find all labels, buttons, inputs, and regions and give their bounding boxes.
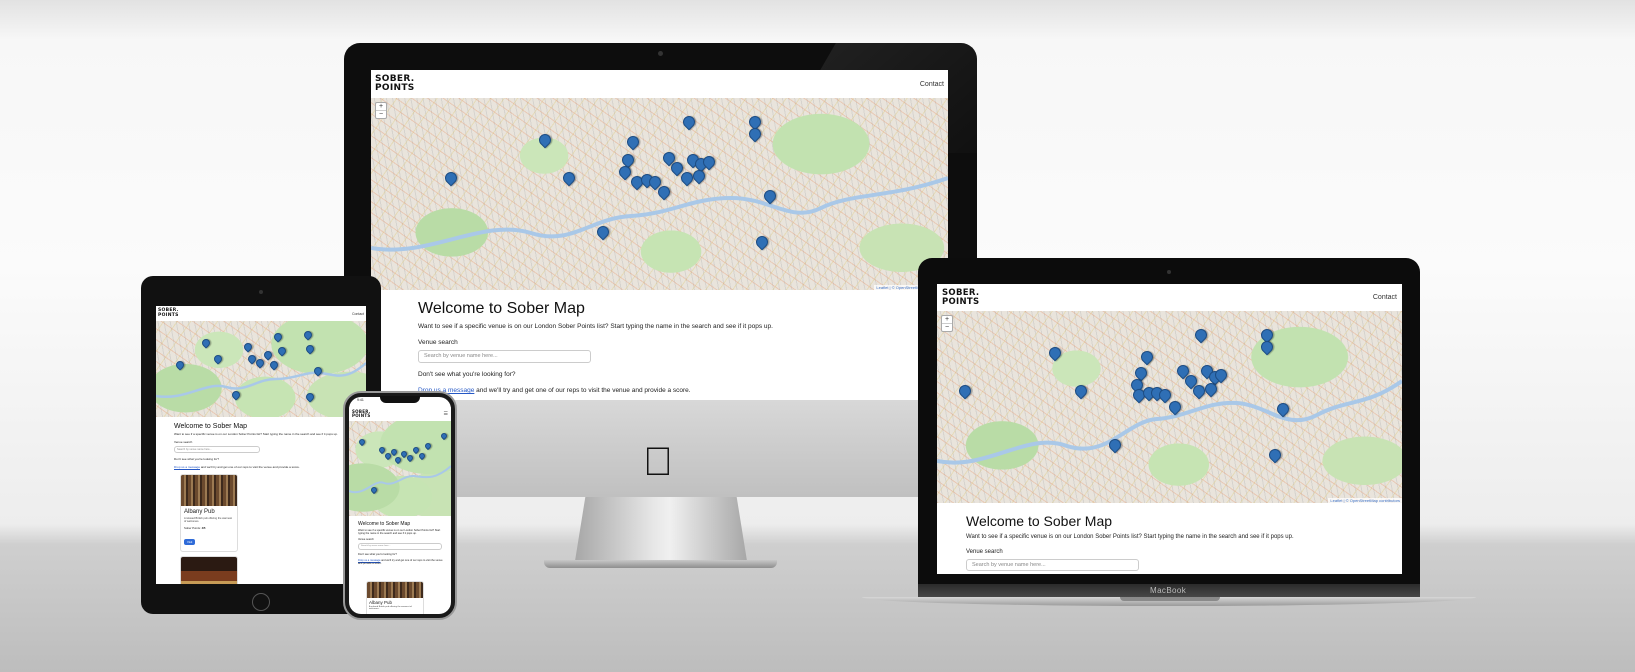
map[interactable] <box>156 321 366 417</box>
missing-question: Don't see what you're looking for? <box>418 371 516 378</box>
venue-name: Albany Pub <box>184 509 215 515</box>
page-content: Welcome to Sober Map Want to see if a sp… <box>937 503 1402 571</box>
intro-text: Want to see if a specific venue is on ou… <box>966 534 1294 540</box>
page-title: Welcome to Sober Map <box>966 513 1113 529</box>
venue-image <box>181 475 237 506</box>
map-zoom-control: + − <box>375 102 387 119</box>
logo[interactable]: SOBER. POINTS <box>158 308 179 318</box>
intro-text: Want to see if a specific venue is on ou… <box>174 432 338 436</box>
missing-question: Don't see what you're looking for? <box>358 553 397 556</box>
drop-message-text: Drop us a message and we'll try and get … <box>418 387 691 394</box>
imac-foot <box>544 560 777 568</box>
venue-image <box>181 557 237 584</box>
nav-contact-link[interactable]: Contact <box>1373 294 1397 301</box>
navbar: SOBER. POINTS Contact <box>156 306 366 321</box>
intro-text: Want to see if a specific venue is on ou… <box>358 529 441 535</box>
venue-search-input[interactable]: Search by venue name here... <box>358 543 442 550</box>
zoom-out-button[interactable]: − <box>376 111 386 118</box>
venue-image <box>367 582 423 598</box>
macbook-brand: MacBook <box>1150 586 1187 595</box>
navbar: SOBER. POINTS Contact <box>937 284 1402 311</box>
iphone-notch <box>380 396 420 403</box>
venue-card[interactable]: Albany Pub A relaxed British pub offerin… <box>366 581 424 614</box>
map[interactable]: + − Leaflet | © OpenStreetMap contributo… <box>371 98 948 290</box>
imac-stand <box>575 497 747 561</box>
page-title: Welcome to Sober Map <box>174 423 248 430</box>
zoom-out-button[interactable]: − <box>942 324 952 331</box>
page-content: Welcome to Sober Map Want to see if a sp… <box>371 290 948 394</box>
nav-contact-link[interactable]: Contact <box>920 81 944 88</box>
missing-question: Don't see what you're looking for? <box>174 457 220 461</box>
zoom-in-button[interactable]: + <box>942 316 952 324</box>
macbook-screen: SOBER. POINTS Contact + − Leaflet | © Op… <box>937 284 1402 574</box>
page-content: Welcome to Sober Map Want to see if a sp… <box>349 516 451 565</box>
venue-points: Sober Points: 4/5 <box>184 526 206 530</box>
drop-message-text: Drop us a message and we'll try and get … <box>174 465 300 469</box>
apple-logo-icon:  <box>643 440 673 485</box>
logo[interactable]: SOBER. POINTS <box>352 410 371 418</box>
search-label: Venue search <box>966 549 1003 555</box>
intro-text: Want to see if a specific venue is on ou… <box>418 323 773 330</box>
venue-description: A relaxed British pub offering the warme… <box>184 517 232 523</box>
ipad-camera <box>259 290 263 294</box>
search-label: Venue search <box>358 538 374 541</box>
venue-search-input[interactable]: Search by venue name here... <box>966 559 1139 571</box>
search-label: Venue search <box>418 339 458 346</box>
navbar: SOBER. POINTS ☰ <box>349 407 451 421</box>
river-thames <box>156 362 366 399</box>
logo[interactable]: SOBER. POINTS <box>942 289 979 306</box>
macbook-camera <box>1167 270 1171 274</box>
map[interactable]: + − Leaflet | © OpenStreetMap contributo… <box>937 311 1402 503</box>
venue-search-input[interactable]: Search by venue name here... <box>418 350 591 363</box>
page-title: Welcome to Sober Map <box>418 300 585 317</box>
venue-card[interactable]: Albany Pub A relaxed British pub offerin… <box>180 474 238 552</box>
venue-name: Albany Pub <box>369 600 393 605</box>
ipad-home-button <box>252 593 270 611</box>
iphone-screen: 9:41 SOBER. POINTS ☰ Welcome to Sober Ma… <box>349 397 451 614</box>
hamburger-menu-icon[interactable]: ☰ <box>444 411 448 417</box>
map-attribution[interactable]: Leaflet | © OpenStreetMap contributors <box>1328 498 1402 503</box>
logo[interactable]: SOBER. POINTS <box>375 75 415 92</box>
search-label: Venue search <box>174 440 193 444</box>
drop-message-link[interactable]: Drop us a message <box>174 465 200 469</box>
imac-screen: SOBER. POINTS Contact + − Leaflet | © Op… <box>371 70 948 400</box>
map[interactable] <box>349 421 451 516</box>
status-time: 9:41 <box>357 398 364 402</box>
zoom-in-button[interactable]: + <box>376 103 386 111</box>
river-thames <box>349 465 451 494</box>
imac-camera <box>658 51 663 56</box>
venue-card[interactable] <box>180 556 238 584</box>
navbar: SOBER. POINTS Contact <box>371 70 948 98</box>
page-title: Welcome to Sober Map <box>358 521 411 527</box>
macbook-notch <box>1120 597 1220 601</box>
map-zoom-control: + − <box>941 315 953 332</box>
venue-search-input[interactable]: Search by venue name here... <box>174 446 260 453</box>
nav-contact-link[interactable]: Contact <box>352 312 364 316</box>
page-content: Welcome to Sober Map Want to see if a sp… <box>156 417 366 469</box>
drop-message-text: Drop us a message and we'll try and get … <box>358 559 443 565</box>
visit-button[interactable]: Visit <box>184 539 196 545</box>
ipad-screen: SOBER. POINTS Contact Welcome to Sober M… <box>156 306 366 584</box>
venue-description: A relaxed British pub offering the warme… <box>369 606 412 610</box>
